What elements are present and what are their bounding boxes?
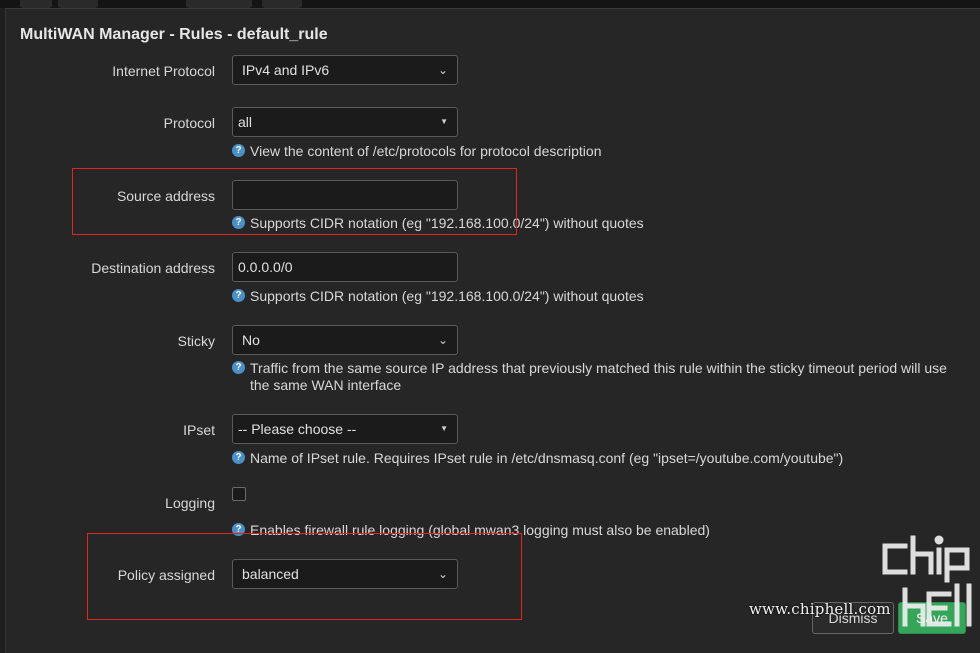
source-address-highlight bbox=[72, 168, 517, 235]
chiphell-logo bbox=[882, 535, 972, 627]
watermark-url: www.chiphell.com bbox=[749, 600, 891, 618]
ipset-help: ? Name of IPset rule. Requires IPset rul… bbox=[232, 450, 843, 467]
destination-address-help-text: Supports CIDR notation (eg "192.168.100.… bbox=[250, 288, 644, 304]
chevron-down-icon: ⌄ bbox=[437, 333, 448, 347]
background-tab bbox=[58, 0, 98, 8]
destination-address-label: Destination address bbox=[91, 260, 215, 276]
sticky-help: ? Traffic from the same source IP addres… bbox=[232, 360, 947, 394]
sticky-select[interactable]: No ⌄ bbox=[232, 325, 458, 355]
destination-address-help: ? Supports CIDR notation (eg "192.168.10… bbox=[232, 288, 644, 305]
ipset-help-text: Name of IPset rule. Requires IPset rule … bbox=[250, 450, 844, 466]
policy-assigned-highlight bbox=[87, 533, 522, 620]
protocol-help-text: View the content of /etc/protocols for p… bbox=[250, 143, 602, 159]
protocol-value: all bbox=[238, 114, 253, 130]
sticky-label: Sticky bbox=[177, 333, 215, 349]
question-circle-icon: ? bbox=[232, 451, 245, 464]
background-tab bbox=[186, 0, 252, 8]
ipset-label: IPset bbox=[183, 422, 215, 438]
ipset-value: -- Please choose -- bbox=[238, 421, 357, 437]
background-tab bbox=[262, 0, 302, 8]
triangle-down-icon: ▼ bbox=[440, 424, 448, 433]
question-circle-icon: ? bbox=[232, 144, 245, 157]
internet-protocol-value: IPv4 and IPv6 bbox=[242, 62, 330, 78]
sticky-help-line1: Traffic from the same source IP address … bbox=[250, 360, 947, 376]
logging-label: Logging bbox=[165, 495, 215, 511]
protocol-select[interactable]: all ▼ bbox=[232, 107, 458, 137]
protocol-label: Protocol bbox=[163, 115, 215, 131]
background-tab bbox=[20, 0, 52, 8]
triangle-down-icon: ▼ bbox=[440, 117, 448, 126]
ipset-select[interactable]: -- Please choose -- ▼ bbox=[232, 414, 458, 444]
sticky-help-line2: the same WAN interface bbox=[250, 377, 402, 393]
protocol-help: ? View the content of /etc/protocols for… bbox=[232, 143, 602, 160]
internet-protocol-select[interactable]: IPv4 and IPv6 ⌄ bbox=[232, 55, 458, 85]
internet-protocol-label: Internet Protocol bbox=[112, 63, 215, 79]
question-circle-icon: ? bbox=[232, 361, 245, 374]
chevron-down-icon: ⌄ bbox=[437, 63, 448, 77]
background-header bbox=[0, 0, 980, 8]
destination-address-input[interactable]: 0.0.0.0/0 bbox=[232, 252, 458, 282]
question-circle-icon: ? bbox=[232, 289, 245, 302]
sticky-value: No bbox=[242, 332, 260, 348]
modal-title: MultiWAN Manager - Rules - default_rule bbox=[20, 26, 328, 43]
logging-checkbox[interactable] bbox=[232, 487, 246, 501]
